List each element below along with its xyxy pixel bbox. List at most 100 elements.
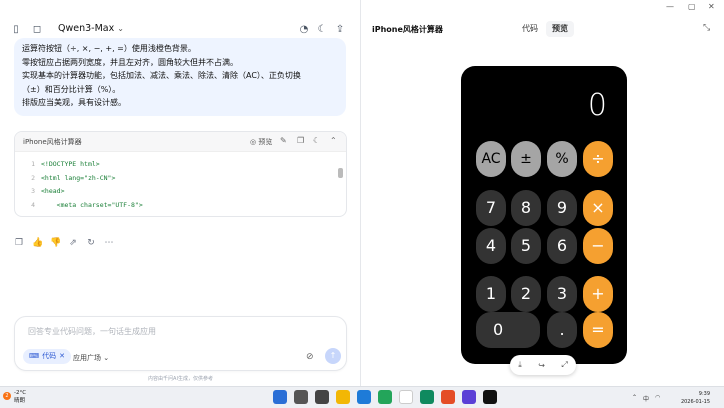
thumbs-up-icon[interactable]: 👍 bbox=[32, 237, 43, 249]
maximize-icon[interactable]: ▢ bbox=[688, 2, 696, 11]
taskbar: 2 -2°C 晴朗 ⌃ 中 ◠ 9:39 2026-01-15 bbox=[0, 386, 724, 408]
app-square-label: 应用广场 bbox=[73, 354, 101, 362]
weather-icon: 2 bbox=[3, 392, 11, 400]
calculator: 0 AC ±% ÷ 7 8 9 × 4 5 6− 1 2 3 +0. = bbox=[461, 66, 627, 364]
chip-label: 代码 bbox=[42, 352, 57, 360]
prompt-line: 零按钮应占据两列宽度，并且左对齐，圆角较大但并不占满。 bbox=[22, 57, 238, 67]
preview-panel: — ▢ ✕ iPhone风格计算器 代码 预览 ⤡ 0 AC ±% ÷ 7 8 9 × 4 5 6… bbox=[362, 0, 724, 386]
code-line: 1 <!DOCTYPE html> bbox=[31, 160, 100, 168]
date: 2026-01-15 bbox=[680, 399, 710, 405]
edge-icon[interactable] bbox=[420, 390, 434, 404]
input-method[interactable]: 中 bbox=[643, 394, 649, 403]
tab-preview[interactable]: 预览 bbox=[546, 21, 574, 37]
taskbar-apps bbox=[273, 390, 497, 404]
history-icon[interactable]: ◔ bbox=[298, 24, 310, 36]
calc-key[interactable]: = bbox=[583, 312, 613, 348]
collapse-icon[interactable]: ⤡ bbox=[703, 23, 710, 33]
wifi-icon[interactable]: ◠ bbox=[655, 394, 660, 403]
close-window-icon[interactable]: ✕ bbox=[708, 2, 715, 11]
chat-input-box[interactable]: 回答专业代码问题，一句话生成应用 ⌨ 代码 ✕ 应用广场 ⌄ ⊘ ↑ bbox=[14, 316, 347, 371]
tab-code[interactable]: 代码 bbox=[516, 21, 544, 37]
moon-icon[interactable]: ☾ bbox=[316, 24, 328, 36]
preview-label: 预览 bbox=[258, 138, 273, 146]
prompt-line: 实现基本的计算器功能，包括加法、减法、乘法、除法、清除（AC）、正负切换 bbox=[22, 71, 301, 80]
copy-icon[interactable]: ❐ bbox=[14, 237, 24, 249]
close-icon[interactable]: ✕ bbox=[59, 349, 65, 364]
calc-key[interactable]: 2 bbox=[511, 276, 541, 312]
preview-button[interactable]: ◎ 预览 bbox=[250, 137, 272, 147]
weather-temp: -2°C bbox=[14, 390, 27, 396]
calc-key[interactable]: 5 bbox=[511, 228, 541, 264]
more-icon[interactable]: ⋯ bbox=[104, 237, 114, 249]
calc-key[interactable]: × bbox=[583, 190, 613, 226]
sidebar-toggle-icon[interactable]: ▯ bbox=[10, 24, 22, 36]
attach-icon[interactable]: ⊘ bbox=[306, 352, 314, 362]
chevron-down-icon: ⌄ bbox=[117, 24, 124, 33]
share-icon[interactable]: ⇪ bbox=[334, 24, 346, 36]
download-icon[interactable]: ⤓ bbox=[518, 360, 522, 370]
task-view-icon[interactable] bbox=[315, 390, 329, 404]
prompt-line: 运算符按钮（÷, ×, −, +, =）使用浅橙色背景。 bbox=[22, 44, 196, 53]
code-mode-chip[interactable]: ⌨ 代码 ✕ bbox=[23, 349, 71, 364]
file-explorer-icon[interactable] bbox=[336, 390, 350, 404]
calc-key[interactable]: 4 bbox=[476, 228, 506, 264]
code-line: 3 <head> bbox=[31, 187, 65, 195]
send-button[interactable]: ↑ bbox=[325, 348, 341, 364]
start-icon[interactable] bbox=[273, 390, 287, 404]
calc-key[interactable]: − bbox=[583, 228, 613, 264]
app-icon[interactable] bbox=[483, 390, 497, 404]
calc-key[interactable]: 9 bbox=[547, 190, 577, 226]
weather-desc: 晴朗 bbox=[14, 398, 26, 404]
search-icon[interactable] bbox=[294, 390, 308, 404]
browser-icon[interactable] bbox=[357, 390, 371, 404]
calc-key[interactable]: 6 bbox=[547, 228, 577, 264]
fullscreen-icon[interactable]: ⤢ bbox=[561, 360, 567, 370]
app-square-button[interactable]: 应用广场 ⌄ bbox=[73, 353, 109, 363]
calc-key[interactable]: 8 bbox=[511, 190, 541, 226]
calc-key[interactable]: ÷ bbox=[583, 141, 613, 177]
chat-input-placeholder[interactable]: 回答专业代码问题，一句话生成应用 bbox=[28, 326, 156, 337]
time: 9:39 bbox=[698, 391, 710, 397]
prompt-line: 排版应当美观，具有设计感。 bbox=[22, 98, 126, 107]
calc-key[interactable]: AC bbox=[476, 141, 506, 177]
calc-key[interactable]: 1 bbox=[476, 276, 506, 312]
code-card-title: iPhone风格计算器 bbox=[23, 138, 82, 146]
app-icon[interactable] bbox=[462, 390, 476, 404]
clock[interactable]: 9:39 2026-01-15 bbox=[674, 390, 710, 406]
copy-icon[interactable]: ❐ bbox=[297, 136, 304, 145]
wechat-icon[interactable] bbox=[378, 390, 392, 404]
calc-key[interactable]: + bbox=[583, 276, 613, 312]
minimize-icon[interactable]: — bbox=[666, 2, 674, 11]
preview-title: iPhone风格计算器 bbox=[372, 25, 443, 34]
code-block[interactable]: 1 <!DOCTYPE html> 2 <html lang="zh-CN"> 3 <… bbox=[15, 152, 346, 212]
calc-key[interactable]: % bbox=[547, 141, 577, 177]
theme-icon[interactable]: ☾ bbox=[313, 136, 320, 145]
code-line: 2 <html lang="zh-CN"> bbox=[31, 173, 116, 182]
new-chat-icon[interactable]: ◻ bbox=[31, 24, 43, 36]
thumbs-down-icon[interactable]: 👎 bbox=[50, 237, 61, 249]
code-icon: ⌨ bbox=[29, 352, 40, 360]
message-actions: ❐ 👍 👎 ⇗ ↻ ⋯ bbox=[14, 237, 114, 249]
chevron-up-icon[interactable]: ⌃ bbox=[330, 136, 337, 145]
preview-floatbar: ⤓ ↪ ⤢ bbox=[510, 355, 576, 375]
model-name: Qwen3-Max bbox=[58, 23, 115, 34]
model-selector[interactable]: Qwen3-Max ⌄ bbox=[58, 23, 124, 34]
share-icon[interactable]: ↪ bbox=[538, 361, 545, 370]
app-icon[interactable] bbox=[399, 390, 413, 404]
regenerate-icon[interactable]: ↻ bbox=[86, 237, 96, 249]
calc-key[interactable]: . bbox=[547, 312, 577, 348]
calc-key[interactable]: 3 bbox=[547, 276, 577, 312]
share-icon[interactable]: ⇗ bbox=[68, 237, 78, 249]
user-message-bubble: 运算符按钮（÷, ×, −, +, =）使用浅橙色背景。 零按钮应占据两列宽度，… bbox=[14, 38, 346, 116]
calc-key[interactable]: ± bbox=[511, 141, 541, 177]
chevron-up-icon[interactable]: ⌃ bbox=[632, 394, 637, 403]
weather-widget[interactable]: 2 -2°C 晴朗 bbox=[3, 389, 27, 405]
chat-panel: ▯ ◻ Qwen3-Max ⌄ ◔ ☾ ⇪ 运算符按钮（÷, ×, −, +, =… bbox=[0, 0, 361, 386]
code-scrollbar[interactable] bbox=[338, 168, 343, 178]
app-icon[interactable] bbox=[441, 390, 455, 404]
code-card: iPhone风格计算器 ◎ 预览 ✎ ❐ ☾ ⌃ 1 <!DOCTYPE html… bbox=[14, 131, 347, 217]
view-tabs: 代码 预览 bbox=[516, 21, 574, 37]
calc-key[interactable]: 0 bbox=[476, 312, 540, 348]
edit-icon[interactable]: ✎ bbox=[280, 136, 287, 145]
calc-key[interactable]: 7 bbox=[476, 190, 506, 226]
